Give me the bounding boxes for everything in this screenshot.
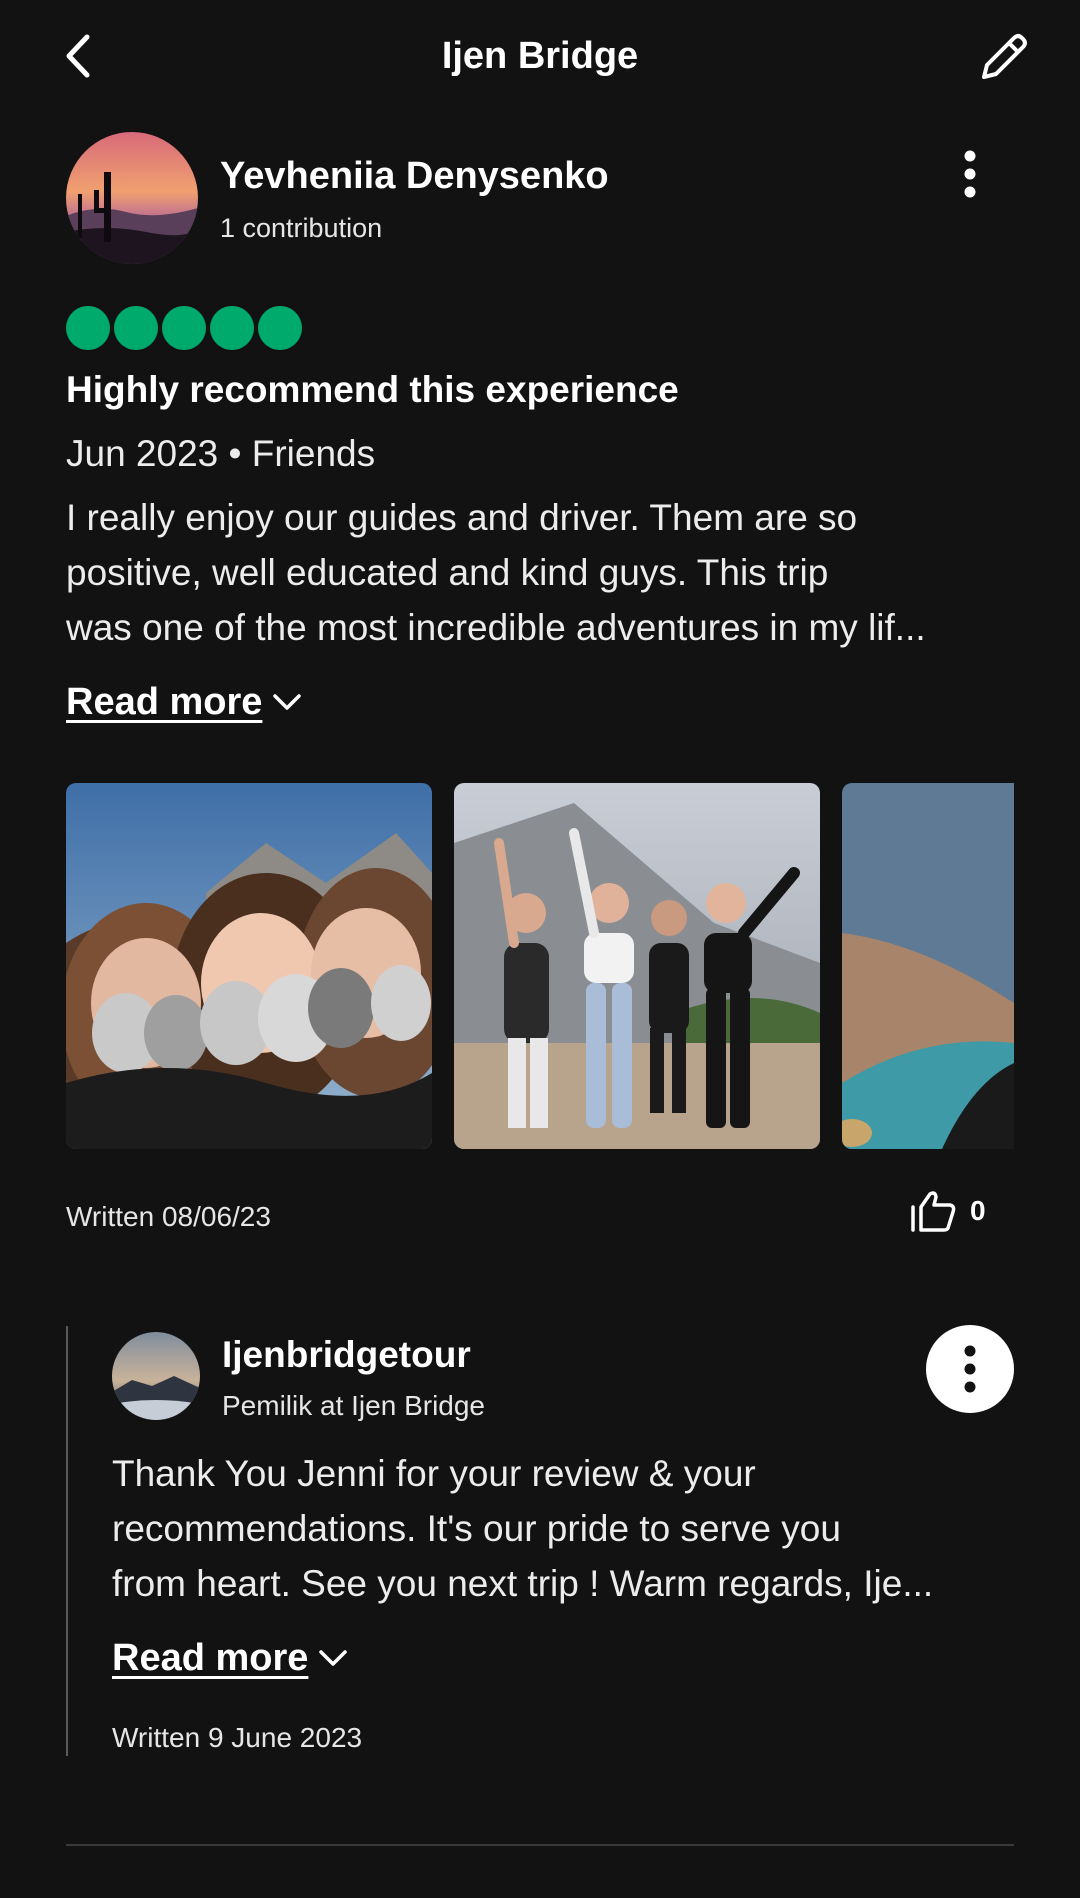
page-title: Ijen Bridge <box>441 35 639 77</box>
review-photo-carousel[interactable] <box>66 783 1014 1149</box>
review-body: I really enjoy our guides and driver. Th… <box>66 490 1016 655</box>
more-vertical-icon <box>964 1345 976 1393</box>
review-photo[interactable] <box>454 783 820 1149</box>
review-body-line: was one of the most incredible adventure… <box>66 607 926 648</box>
owner-name[interactable]: Ijenbridgetour <box>222 1332 471 1378</box>
owner-response-indent-bar <box>66 1326 68 1756</box>
review-photo[interactable] <box>66 783 432 1149</box>
owner-response-line: from heart. See you next trip ! Warm reg… <box>112 1563 934 1604</box>
owner-response-options-button[interactable] <box>926 1325 1014 1413</box>
write-review-button[interactable] <box>975 28 1033 86</box>
review-options-button[interactable] <box>940 140 1000 208</box>
review-read-more-link[interactable]: Read more <box>66 678 302 726</box>
review-photo[interactable] <box>842 783 1014 1149</box>
pencil-icon <box>982 34 1027 79</box>
thumbs-up-icon <box>911 1191 956 1232</box>
owner-response-read-more-link[interactable]: Read more <box>112 1634 348 1682</box>
desert-sunset-avatar-image <box>66 132 198 264</box>
review-title: Highly recommend this experience <box>66 369 679 410</box>
read-more-label: Read more <box>112 1637 309 1679</box>
review-detail-page: Ijen Bridge Yevheniia Denysenko 1 contri… <box>0 0 1080 1898</box>
reviewer-name[interactable]: Yevheniia Denysenko <box>220 152 609 200</box>
rating-bubble-filled <box>162 306 206 350</box>
group-selfie-gas-masks-photo <box>66 783 432 1149</box>
crater-lake-photo <box>842 783 1014 1149</box>
owner-avatar[interactable] <box>112 1332 200 1420</box>
review-body-line: positive, well educated and kind guys. T… <box>66 552 829 593</box>
rating-bubble-filled <box>210 306 254 350</box>
rating-bubble-filled <box>114 306 158 350</box>
owner-response-body: Thank You Jenni for your review & your r… <box>112 1446 1012 1611</box>
section-divider <box>66 1844 1014 1846</box>
owner-response-line: recommendations. It's our pride to serve… <box>112 1508 841 1549</box>
chevron-down-icon <box>273 694 302 710</box>
helpful-vote-button[interactable]: 0 <box>910 1190 986 1232</box>
rating-bubble-filled <box>66 306 110 350</box>
helpful-count: 0 <box>970 1195 986 1226</box>
chevron-down-icon <box>319 1650 348 1666</box>
rating-bubbles <box>66 306 302 350</box>
group-cheering-photo <box>454 783 820 1149</box>
mountain-landscape-avatar-image <box>112 1332 200 1420</box>
reviewer-avatar[interactable] <box>66 132 198 264</box>
read-more-label: Read more <box>66 681 263 723</box>
review-date-trip-type: Jun 2023 • Friends <box>66 433 376 474</box>
review-written-date: Written 08/06/23 <box>66 1201 271 1232</box>
top-bar: Ijen Bridge <box>0 0 1080 116</box>
owner-response-line: Thank You Jenni for your review & your <box>112 1453 756 1494</box>
owner-response-written-date: Written 9 June 2023 <box>112 1722 363 1753</box>
more-vertical-icon <box>964 150 976 198</box>
owner-role: Pemilik at Ijen Bridge <box>222 1390 486 1421</box>
review-body-line: I really enjoy our guides and driver. Th… <box>66 497 858 538</box>
rating-bubble-filled <box>258 306 302 350</box>
reviewer-contributions: 1 contribution <box>220 213 383 243</box>
